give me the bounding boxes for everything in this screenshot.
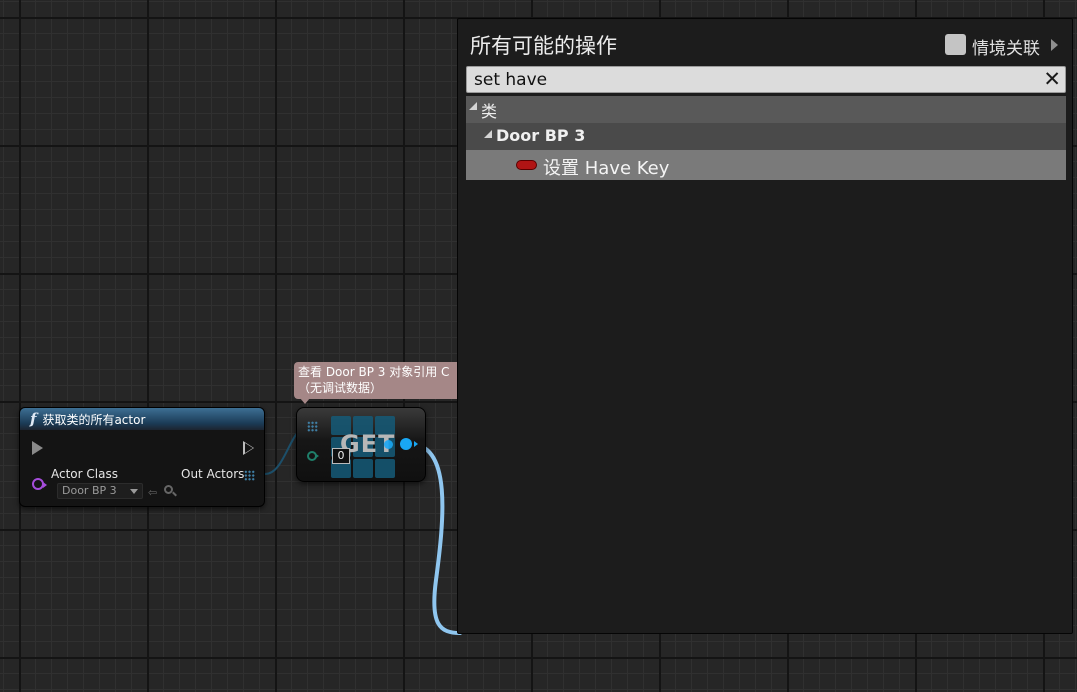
- index-input-pin[interactable]: [307, 451, 319, 461]
- tree-subcategory-row[interactable]: Door BP 3: [466, 123, 1066, 150]
- all-actions-menu[interactable]: 所有可能的操作 情境关联 ✕ 类 Door BP 3 设置 Have Key: [457, 18, 1073, 634]
- boolean-variable-icon: [516, 160, 537, 170]
- use-selected-arrow-icon[interactable]: ⇦: [148, 486, 157, 499]
- reference-indicator-icon: [384, 440, 393, 449]
- object-output-pin[interactable]: [400, 438, 412, 450]
- node-title: 获取类的所有actor: [42, 412, 146, 427]
- search-input[interactable]: [467, 67, 1027, 92]
- search-box[interactable]: ✕: [466, 66, 1066, 93]
- output-arrow-icon: [414, 441, 418, 447]
- actor-class-value: Door BP 3: [62, 484, 117, 497]
- function-icon: f: [30, 410, 37, 428]
- clear-search-icon[interactable]: ✕: [1043, 68, 1061, 91]
- menu-title: 所有可能的操作: [470, 34, 617, 58]
- tree-category-row[interactable]: 类: [466, 96, 1066, 123]
- actor-class-pin[interactable]: [32, 478, 47, 490]
- index-field[interactable]: 0: [332, 448, 350, 464]
- action-item-label: 设置 Have Key: [543, 158, 670, 179]
- category-label: 类: [481, 102, 498, 121]
- chevron-down-icon: [130, 489, 138, 494]
- expand-arrow-icon[interactable]: [1051, 39, 1058, 51]
- tooltip-line-1: 查看 Door BP 3 对象引用 C: [298, 365, 450, 379]
- array-input-pin[interactable]: [307, 421, 318, 432]
- tooltip-tail: [300, 398, 310, 404]
- watch-tooltip: 查看 Door BP 3 对象引用 C （无调试数据）: [294, 362, 464, 399]
- browse-search-icon[interactable]: [164, 485, 173, 494]
- actor-class-label: Actor Class: [51, 467, 118, 481]
- out-actors-label: Out Actors: [181, 467, 245, 481]
- subcategory-label: Door BP 3: [496, 126, 586, 145]
- context-sensitive-checkbox[interactable]: [945, 34, 966, 55]
- expanded-triangle-icon[interactable]: [469, 102, 477, 110]
- get-all-actors-of-class-node[interactable]: f 获取类的所有actor Actor Class Out Actors Doo…: [19, 407, 265, 507]
- array-get-node[interactable]: GET 0: [296, 407, 426, 482]
- context-sensitive-label[interactable]: 情境关联: [972, 34, 1040, 59]
- actor-class-dropdown[interactable]: Door BP 3: [57, 483, 143, 499]
- node-header[interactable]: f 获取类的所有actor: [20, 408, 264, 430]
- out-actors-array-pin[interactable]: [244, 470, 255, 481]
- tooltip-line-2: （无调试数据）: [298, 381, 383, 395]
- expanded-triangle-icon[interactable]: [484, 130, 492, 138]
- action-item-set-have-key[interactable]: 设置 Have Key: [466, 150, 1066, 180]
- exec-input-pin[interactable]: [32, 441, 43, 455]
- exec-output-pin[interactable]: [243, 441, 256, 455]
